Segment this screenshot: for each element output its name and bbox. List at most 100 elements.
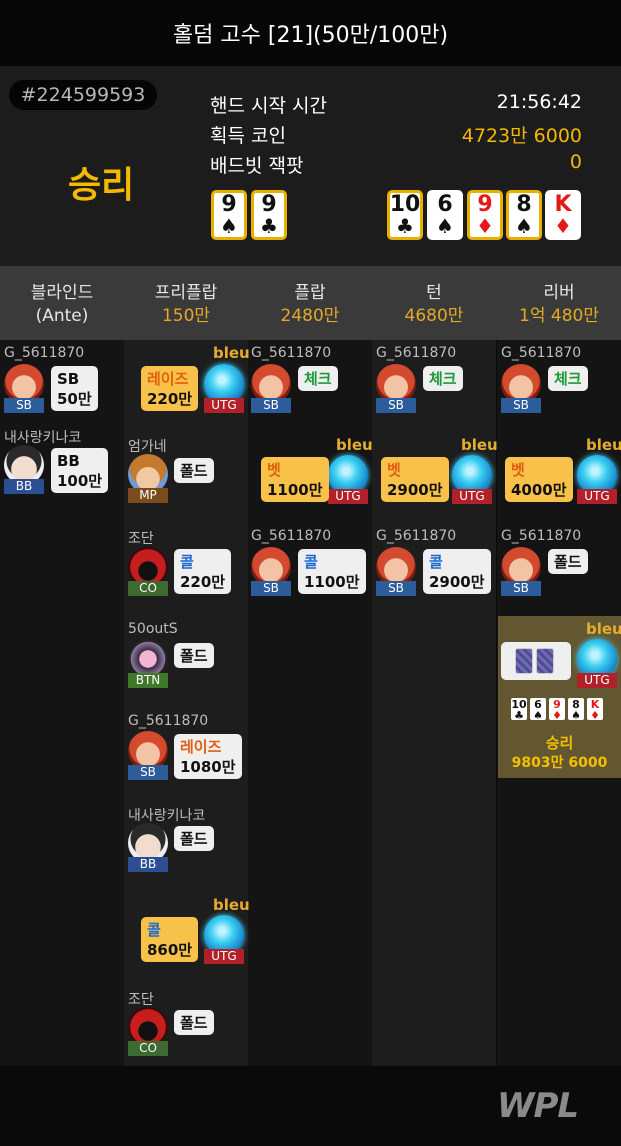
info-value: 21:56:42 (496, 91, 582, 113)
action-label: 체크 (304, 370, 332, 388)
player-name: 50outS (128, 621, 178, 637)
action-amount: 220만 (147, 390, 193, 408)
action-label: 콜 (180, 553, 194, 571)
player-name: G_5611870 (376, 345, 457, 361)
action-bubble: 체크 (423, 366, 463, 391)
info-value: 4723만 6000 (461, 125, 582, 147)
winner-panel: bleu UTG 10 ♣ 6 ♠ 9 ♦ 8 ♠ K ♦ 승리 9803만 6000 (498, 616, 621, 778)
player-name: G_5611870 (501, 345, 582, 361)
phase-amount: 4680만 (404, 306, 464, 326)
action-label: 폴드 (180, 830, 208, 848)
result-label: 승리 (68, 165, 135, 206)
player-name: 조단 (128, 531, 154, 547)
action-bubble: 콜 220만 (174, 549, 232, 594)
action-label: 콜 (429, 553, 443, 571)
action-label: 폴드 (180, 462, 208, 480)
board-card: K ♦ (545, 190, 581, 240)
card-suit: ♦ (476, 214, 494, 238)
card-rank: 9 (261, 192, 277, 217)
card-rank: 9 (477, 192, 493, 217)
position-badge: SB (251, 581, 291, 596)
action-amount: 860만 (147, 941, 193, 959)
action-amount: 4000만 (511, 481, 567, 499)
action-bubble: 벳 2900만 (381, 457, 449, 502)
action-amount: 2900만 (387, 481, 443, 499)
action-bubble: 레이즈 220만 (141, 366, 199, 411)
hole-card: 9 ♣ (251, 190, 287, 240)
position-badge: BB (128, 857, 168, 872)
position-badge: SB (376, 398, 416, 413)
mini-board-card: 6 ♠ (530, 698, 546, 721)
action-bubble: 콜 860만 (141, 917, 199, 962)
board-card: 9 ♦ (467, 190, 503, 240)
action-bubble: 폴드 (174, 826, 214, 851)
position-badge: UTG (328, 489, 368, 504)
card-rank: 10 (389, 192, 421, 217)
phase-name: 리버 (543, 283, 575, 303)
player-name: G_5611870 (128, 713, 209, 729)
position-badge: UTG (452, 489, 492, 504)
action-amount: 2900만 (429, 573, 485, 591)
player-name: G_5611870 (4, 345, 85, 361)
action-label: 콜 (304, 553, 318, 571)
phase-amount: (Ante) (35, 306, 89, 326)
action-bubble: 콜 2900만 (423, 549, 491, 594)
action-label: 폴드 (180, 1014, 208, 1032)
position-badge: SB (128, 765, 168, 780)
phase-amount: 150만 (161, 306, 211, 326)
hand-id-badge: #224599593 (9, 80, 157, 110)
action-bubble: 벳 1100만 (261, 457, 329, 502)
position-badge: UTG (577, 673, 617, 688)
action-label: 레이즈 (147, 370, 189, 388)
action-label: 체크 (429, 370, 457, 388)
card-suit: ♦ (554, 214, 572, 238)
action-label: BB (57, 452, 80, 470)
mini-board-card: 8 ♠ (568, 698, 584, 722)
card-suit: ♠ (220, 214, 238, 238)
wpl-logo: WPL (497, 1086, 579, 1126)
info-row-start-time: 핸드 시작 시간 21:56:42 (210, 91, 582, 118)
card-suit: ♠ (571, 709, 581, 722)
hand-summary: #224599593 승리 핸드 시작 시간 21:56:42 획득 코인 47… (0, 66, 621, 266)
player-name: G_5611870 (501, 528, 582, 544)
action-amount: 100만 (57, 472, 103, 490)
player-name: bleu (213, 344, 250, 362)
action-amount: 1100만 (267, 481, 323, 499)
card-back-icon (536, 648, 554, 674)
info-row-jackpot: 배드빗 잭팟 0 (210, 151, 582, 178)
position-badge: SB (501, 581, 541, 596)
card-suit: ♣ (514, 709, 524, 722)
card-rank: K (554, 192, 572, 217)
position-badge: SB (251, 398, 291, 413)
action-bubble: 폴드 (174, 1010, 214, 1035)
action-amount: 1100만 (304, 573, 360, 591)
action-label: 레이즈 (180, 738, 222, 756)
phase-name: 블라인드 (30, 283, 94, 303)
position-badge: CO (128, 1041, 168, 1056)
action-amount: 1080만 (180, 758, 236, 776)
action-bubble: 콜 1100만 (298, 549, 366, 594)
phase-blinds: 블라인드 (Ante) (0, 282, 124, 328)
position-badge: UTG (204, 398, 244, 413)
action-bubble: 폴드 (174, 643, 214, 668)
info-value: 0 (569, 151, 582, 173)
action-bubble: 체크 (298, 366, 338, 391)
phase-river: 리버 1억 480만 (497, 282, 621, 328)
action-bubble: 벳 4000만 (505, 457, 573, 502)
action-label: 폴드 (554, 553, 582, 571)
action-bubble: 체크 (548, 366, 588, 391)
action-label: 폴드 (180, 647, 208, 665)
player-name: bleu (461, 436, 498, 454)
card-suit: ♦ (552, 709, 562, 722)
phase-amount: 1억 480만 (519, 306, 599, 326)
phase-name: 턴 (426, 283, 442, 303)
player-name: G_5611870 (251, 528, 332, 544)
board-card: 8 ♠ (506, 190, 542, 240)
action-label: 벳 (267, 461, 281, 479)
player-name: bleu (213, 896, 250, 914)
action-bubble: BB 100만 (51, 448, 109, 493)
action-bubble: 레이즈 1080만 (174, 734, 242, 779)
hole-card: 9 ♠ (211, 190, 247, 240)
phase-amount: 2480만 (280, 306, 340, 326)
phase-flop: 플랍 2480만 (248, 282, 372, 328)
